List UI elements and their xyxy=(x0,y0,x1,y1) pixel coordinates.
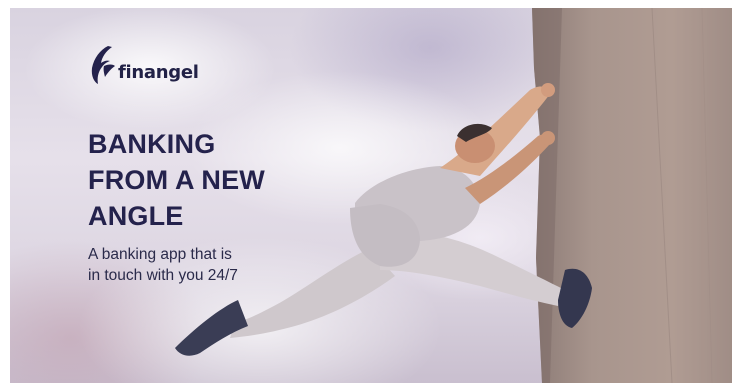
headline-line-3: ANGLE xyxy=(88,201,184,231)
brand-logo: finangel xyxy=(88,44,199,86)
ad-banner: finangel BANKING FROM A NEW ANGLE A bank… xyxy=(10,8,732,383)
brand-name: finangel xyxy=(118,62,199,83)
headline-line-2: FROM A NEW xyxy=(88,165,265,195)
tagline-line-1: A banking app that is xyxy=(88,246,232,263)
tagline-line-2: in touch with you 24/7 xyxy=(88,267,238,284)
tagline: A banking app that is in touch with you … xyxy=(88,244,318,286)
headline: BANKING FROM A NEW ANGLE xyxy=(88,126,348,234)
headline-line-1: BANKING xyxy=(88,129,216,159)
angel-wing-icon xyxy=(91,46,115,84)
